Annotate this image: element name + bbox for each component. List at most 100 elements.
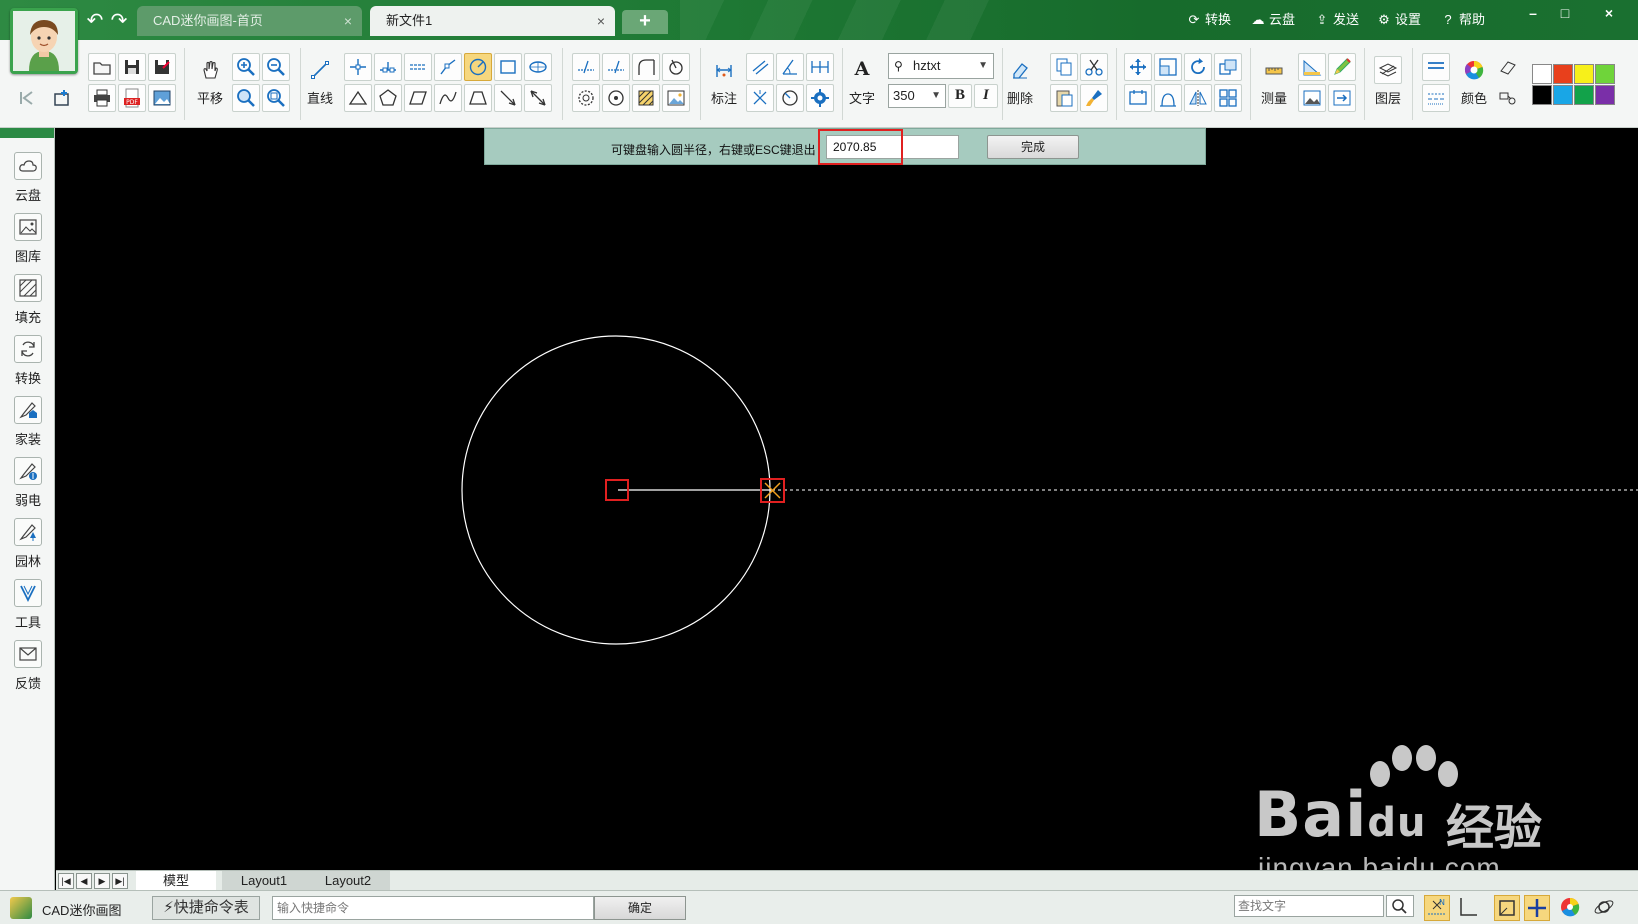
insert-picture-button[interactable]	[1298, 84, 1326, 112]
search-text-input[interactable]: 查找文字	[1234, 895, 1384, 917]
menu-convert[interactable]: ⟳ 转换	[1186, 10, 1231, 30]
stretch-button[interactable]	[1214, 53, 1242, 81]
menu-help[interactable]: ? 帮助	[1440, 10, 1485, 30]
next-layout-icon[interactable]: ▶	[94, 873, 110, 889]
swatch-white[interactable]	[1532, 64, 1552, 84]
explode-button[interactable]	[1154, 84, 1182, 112]
fillet-button[interactable]	[632, 53, 660, 81]
double-arrow-button[interactable]	[524, 84, 552, 112]
spline-button[interactable]	[434, 53, 462, 81]
search-button[interactable]	[1386, 895, 1414, 917]
arrow-line-button[interactable]	[494, 84, 522, 112]
circle-tool-button[interactable]	[464, 53, 492, 81]
zoom-extents-button[interactable]	[232, 84, 260, 112]
triangle-button[interactable]	[344, 84, 372, 112]
save-as-button[interactable]	[148, 53, 176, 81]
cut-button[interactable]	[1080, 53, 1108, 81]
continuous-dimension-button[interactable]	[806, 53, 834, 81]
trim-button[interactable]	[572, 53, 600, 81]
mirror-button[interactable]	[1184, 84, 1212, 112]
orbit-toggle-button[interactable]	[1592, 895, 1618, 921]
sidebar-item-hatch[interactable]: 填充	[8, 274, 48, 326]
tab-layout2[interactable]: Layout2	[306, 871, 390, 891]
sidebar-item-garden[interactable]: 园林	[8, 518, 48, 570]
ortho-toggle-button[interactable]	[1456, 895, 1482, 921]
insert-image-button[interactable]	[662, 84, 690, 112]
redo-icon[interactable]: ↷	[108, 10, 130, 32]
layer-button[interactable]	[1374, 56, 1402, 84]
open-file-button[interactable]	[88, 53, 116, 81]
swatch-black[interactable]	[1532, 85, 1552, 105]
copy-button[interactable]	[1050, 53, 1078, 81]
group-button[interactable]	[1214, 84, 1242, 112]
minimize-button[interactable]: –	[1518, 2, 1548, 24]
sidebar-item-cloud[interactable]: 云盘	[8, 152, 48, 204]
tab-home-close-icon[interactable]: ×	[344, 6, 352, 36]
line-weight-button[interactable]	[1422, 53, 1450, 81]
radius-dimension-button[interactable]	[776, 84, 804, 112]
sidebar-item-tools[interactable]: 工具	[8, 579, 48, 631]
crosshair-toggle-button[interactable]	[1524, 895, 1550, 921]
delete-button[interactable]	[1006, 56, 1034, 84]
confirm-button[interactable]: 确定	[594, 896, 686, 920]
measure-area-button[interactable]	[1298, 53, 1326, 81]
extend-button[interactable]	[602, 53, 630, 81]
draw-order-button[interactable]	[1494, 53, 1522, 81]
grid-toggle-button[interactable]	[1494, 895, 1520, 921]
trapezoid-button[interactable]	[464, 84, 492, 112]
menu-settings[interactable]: ⚙ 设置	[1376, 10, 1421, 30]
export-pdf-button[interactable]: PDF	[118, 84, 146, 112]
parallelogram-button[interactable]	[404, 84, 432, 112]
menu-cloud[interactable]: ☁ 云盘	[1250, 10, 1296, 30]
italic-button[interactable]: I	[974, 84, 998, 108]
angular-dimension-button[interactable]	[776, 53, 804, 81]
sidebar-item-convert[interactable]: 转换	[8, 335, 48, 387]
font-name-select[interactable]: ⚲ hztxt ▼	[888, 53, 994, 79]
save-button[interactable]	[118, 53, 146, 81]
hatch-button[interactable]	[632, 84, 660, 112]
command-input[interactable]: 输入快捷命令	[272, 896, 594, 920]
export-image-button[interactable]	[148, 84, 176, 112]
offset-button[interactable]	[572, 84, 600, 112]
font-size-select[interactable]: 350 ▼	[888, 84, 946, 108]
last-layout-icon[interactable]: ▶|	[112, 873, 128, 889]
pan-button[interactable]	[196, 56, 224, 84]
import-button[interactable]	[1328, 84, 1356, 112]
polygon-button[interactable]	[374, 84, 402, 112]
color-toggle-button[interactable]	[1558, 895, 1584, 921]
done-button[interactable]: 完成	[987, 135, 1079, 159]
paste-button[interactable]	[1050, 84, 1078, 112]
aligned-dimension-button[interactable]	[746, 53, 774, 81]
move-button[interactable]	[1124, 53, 1152, 81]
rectangle-button[interactable]	[494, 53, 522, 81]
swatch-green[interactable]	[1574, 85, 1594, 105]
break-button[interactable]	[662, 53, 690, 81]
print-button[interactable]	[88, 84, 116, 112]
swatch-blue[interactable]	[1553, 85, 1573, 105]
multiline-button[interactable]	[374, 53, 402, 81]
sidebar-item-home-decor[interactable]: 家装	[8, 396, 48, 448]
match-properties-button[interactable]	[1080, 84, 1108, 112]
swatch-yellow[interactable]	[1574, 64, 1594, 84]
zoom-window-button[interactable]	[262, 84, 290, 112]
user-avatar[interactable]	[10, 8, 78, 74]
dimension-style-button[interactable]	[806, 84, 834, 112]
tab-layout1[interactable]: Layout1	[222, 871, 306, 891]
scale-button[interactable]	[1154, 53, 1182, 81]
swatch-red[interactable]	[1553, 64, 1573, 84]
tab-model[interactable]: 模型	[136, 871, 216, 891]
select-similar-button[interactable]	[1494, 84, 1522, 112]
close-window-button[interactable]: ×	[1594, 2, 1624, 24]
tab-home[interactable]: CAD迷你画图-首页 ×	[137, 6, 362, 36]
measure-button[interactable]	[1260, 56, 1288, 84]
sidebar-item-feedback[interactable]: 反馈	[8, 640, 48, 692]
sidebar-item-low-voltage[interactable]: 弱电	[8, 457, 48, 509]
zoom-in-button[interactable]	[232, 53, 260, 81]
shortcut-table-button[interactable]: ⚡快捷命令表	[152, 896, 260, 920]
dimension-button[interactable]	[710, 56, 738, 84]
color-button[interactable]	[1460, 56, 1488, 84]
prev-layout-icon[interactable]: ◀	[76, 873, 92, 889]
ordinate-dimension-button[interactable]	[746, 84, 774, 112]
menu-send[interactable]: ⇪ 发送	[1314, 10, 1359, 30]
polyline-button[interactable]	[344, 53, 372, 81]
